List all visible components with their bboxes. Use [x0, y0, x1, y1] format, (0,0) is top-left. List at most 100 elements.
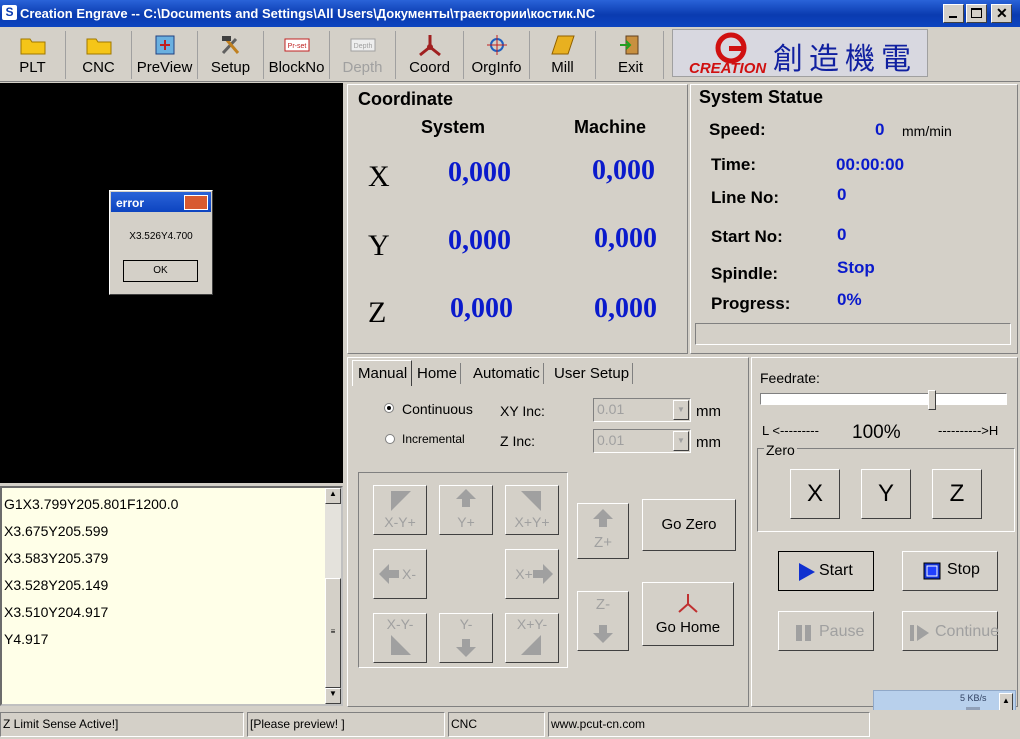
- minimize-button[interactable]: [943, 4, 964, 23]
- tab-home[interactable]: Home: [414, 363, 462, 384]
- cnc-button[interactable]: CNC: [66, 31, 132, 79]
- close-button[interactable]: ✕: [991, 4, 1012, 23]
- gcode-listing[interactable]: G1X3.799Y205.801F1200.0 X3.675Y205.599 X…: [0, 486, 343, 706]
- depth-icon: Depth: [350, 38, 375, 52]
- window-title: Creation Engrave -- C:\Documents and Set…: [20, 6, 596, 21]
- continue-button[interactable]: Continue: [902, 611, 1000, 651]
- speed-value: 0: [875, 120, 885, 139]
- feedrate-low-label: L <---------: [762, 423, 819, 438]
- zero-x-button[interactable]: X: [790, 469, 840, 519]
- blockno-button[interactable]: Pr-set BlockNo: [264, 31, 330, 79]
- speed-label: Speed:: [709, 120, 766, 139]
- plt-button[interactable]: PLT: [0, 31, 66, 79]
- logo-chinese: 創造機電: [773, 42, 917, 77]
- z-machine-value: 0,000: [594, 293, 657, 324]
- progress-bar: [695, 323, 1011, 345]
- continue-label: Continue: [935, 623, 1000, 640]
- scroll-up-icon[interactable]: ▲: [325, 488, 341, 504]
- continuous-label: Continuous: [402, 401, 473, 417]
- depth-button[interactable]: Depth Depth: [330, 31, 396, 79]
- machine-control-panel: Feedrate: L <--------- 100% ---------->H…: [751, 357, 1018, 707]
- zero-z-button[interactable]: Z: [932, 469, 982, 519]
- y-machine-value: 0,000: [594, 223, 657, 254]
- orginfo-button[interactable]: OrgInfo: [464, 31, 530, 79]
- preview-icon: [155, 35, 174, 55]
- mill-icon: [550, 35, 575, 55]
- xy-inc-unit: mm: [696, 403, 721, 420]
- feedrate-percent: 100%: [852, 422, 901, 443]
- gcode-scrollbar[interactable]: ▲ ≡ ▼: [325, 488, 341, 704]
- coordinate-title: Coordinate: [358, 89, 454, 109]
- chevron-down-icon[interactable]: ▼: [673, 431, 689, 451]
- pause-icon: [796, 625, 811, 641]
- status-website: www.pcut-cn.com: [548, 712, 870, 737]
- scroll-thumb[interactable]: ≡: [325, 578, 341, 688]
- scroll-down-icon[interactable]: ▼: [325, 688, 341, 704]
- error-dialog: error X3.526Y4.700 OK: [109, 190, 213, 295]
- x-machine-value: 0,000: [592, 155, 655, 186]
- status-mode: CNC: [448, 712, 545, 737]
- incremental-radio[interactable]: [385, 434, 395, 444]
- time-value: 00:00:00: [836, 155, 905, 174]
- feedrate-slider[interactable]: [760, 390, 1007, 410]
- pause-label: Pause: [819, 623, 865, 640]
- z-inc-select[interactable]: 0.01 ▼: [593, 429, 691, 453]
- error-dialog-titlebar: error: [111, 192, 211, 212]
- z-inc-unit: mm: [696, 434, 721, 451]
- start-no-label: Start No:: [711, 227, 783, 246]
- tab-automatic[interactable]: Automatic: [470, 363, 544, 384]
- xy-inc-select[interactable]: 0.01 ▼: [593, 398, 691, 422]
- folder-icon: [20, 38, 45, 55]
- app-icon[interactable]: S: [2, 5, 17, 20]
- start-no-value: 0: [837, 225, 847, 244]
- system-column-header: System: [421, 117, 486, 137]
- svg-text:Pr-set: Pr-set: [287, 43, 306, 50]
- mill-button[interactable]: Mill: [530, 31, 596, 79]
- gcode-line: X3.675Y205.599: [4, 523, 109, 539]
- jog-arrow-icons: [379, 489, 553, 657]
- z-arrow-icons: [593, 509, 613, 643]
- orginfo-icon: [486, 35, 507, 55]
- z-inc-label: Z Inc:: [500, 433, 536, 449]
- tab-manual[interactable]: Manual: [352, 360, 412, 386]
- maximize-button[interactable]: [966, 4, 987, 23]
- logo-brand: CREATION: [689, 60, 767, 77]
- setup-button[interactable]: Setup: [198, 31, 264, 79]
- zero-y-button[interactable]: Y: [861, 469, 911, 519]
- blockno-icon: Pr-set: [284, 38, 309, 52]
- continuous-radio[interactable]: [384, 403, 394, 413]
- status-limit: Z Limit Sense Active!]: [0, 712, 244, 737]
- spindle-value: Stop: [837, 258, 875, 277]
- progress-label: Progress:: [711, 294, 791, 313]
- error-ok-button[interactable]: OK: [123, 260, 198, 282]
- coord-button[interactable]: Coord: [396, 31, 464, 79]
- play-icon: [799, 563, 815, 581]
- system-status-panel: System Statue Speed: 0 mm/min Time: 00:0…: [690, 84, 1018, 354]
- machine-column-header: Machine: [574, 117, 647, 137]
- error-close-icon[interactable]: [184, 195, 208, 210]
- chevron-down-icon[interactable]: ▼: [673, 400, 689, 420]
- xy-inc-label: XY Inc:: [500, 403, 545, 419]
- start-button[interactable]: Start: [778, 551, 874, 591]
- xy-inc-value: 0.01: [597, 401, 625, 417]
- network-speed: 5 KB/s: [960, 693, 987, 703]
- gcode-line: X3.528Y205.149: [4, 577, 109, 593]
- gcode-line: X3.583Y205.379: [4, 550, 109, 566]
- exit-button[interactable]: Exit: [598, 31, 664, 79]
- axis-y-label: Y: [368, 229, 390, 262]
- incremental-label: Incremental: [402, 432, 465, 446]
- pause-button[interactable]: Pause: [778, 611, 874, 651]
- tab-user-setup[interactable]: User Setup: [551, 363, 634, 384]
- home-icon: [678, 594, 698, 613]
- feedrate-label: Feedrate:: [760, 370, 820, 386]
- axis-z-label: Z: [368, 296, 387, 329]
- continue-icon: [910, 625, 929, 641]
- go-zero-button[interactable]: Go Zero: [642, 499, 736, 551]
- start-label: Start: [819, 562, 853, 579]
- preview-button[interactable]: PreView: [132, 31, 198, 79]
- zero-group-label: Zero: [764, 442, 797, 458]
- feedrate-slider-thumb[interactable]: [928, 390, 936, 410]
- zero-group: Zero X Y Z: [757, 442, 1015, 532]
- stop-button[interactable]: Stop: [902, 551, 998, 591]
- title-bar: S Creation Engrave -- C:\Documents and S…: [0, 0, 1020, 27]
